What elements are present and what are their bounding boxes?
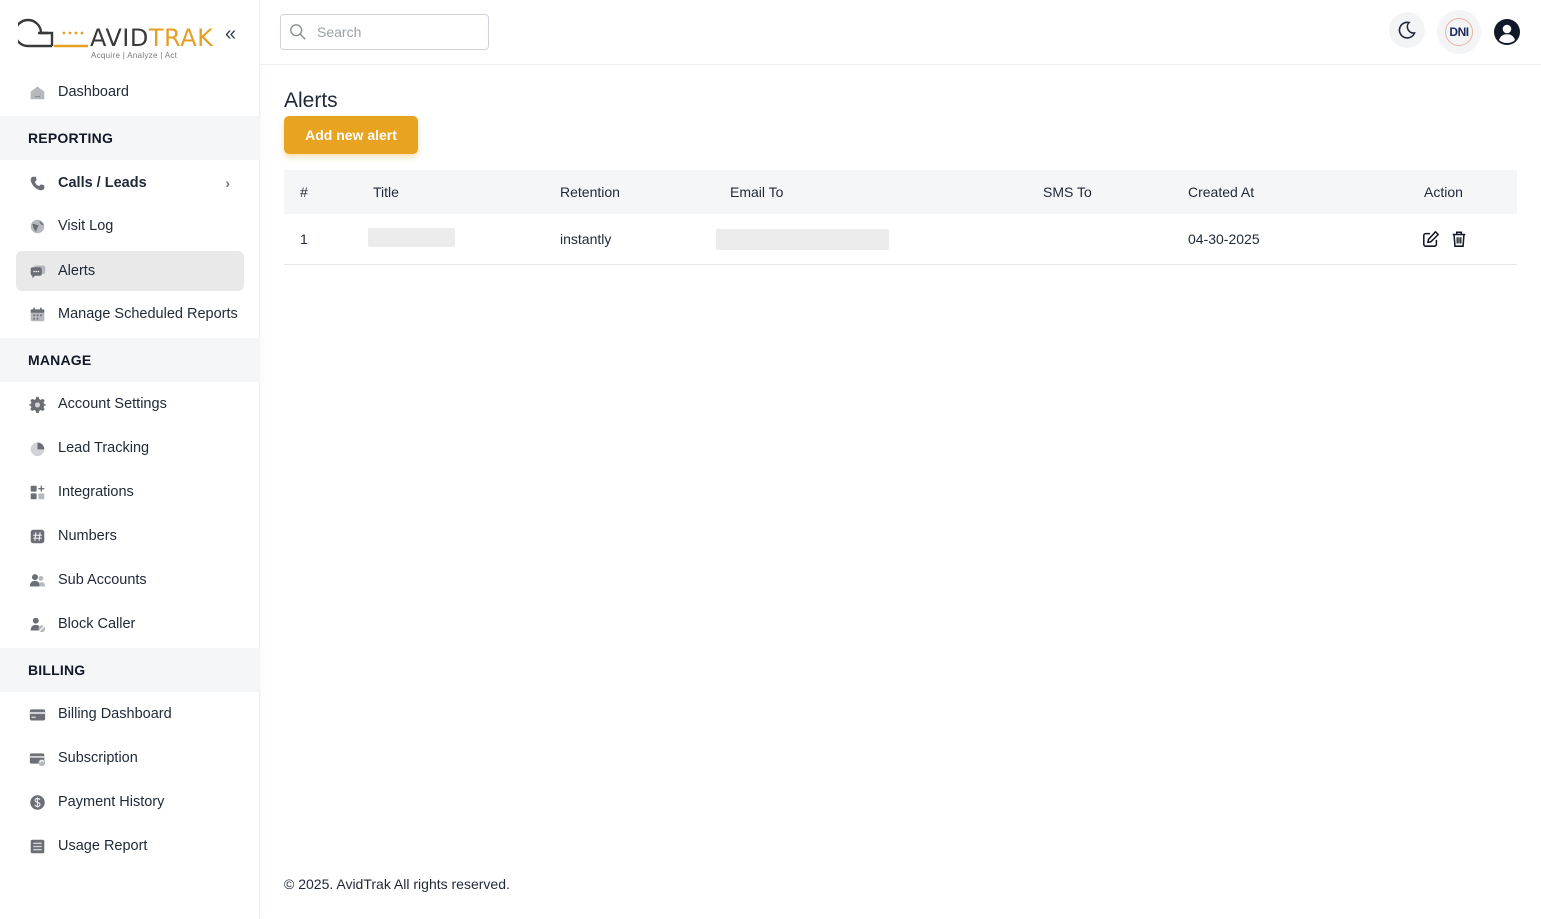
sidebar-item-sub-accounts[interactable]: Sub Accounts	[16, 560, 244, 600]
section-manage: MANAGE	[0, 338, 260, 382]
card-sync-icon	[28, 749, 46, 767]
sidebar-item-label: Manage Scheduled Reports	[58, 306, 238, 322]
calendar-icon	[28, 305, 46, 323]
column-header-email-to: Email To	[730, 184, 784, 200]
sidebar-item-label: Account Settings	[58, 396, 167, 412]
sidebar-item-label: Block Caller	[58, 616, 136, 632]
search-box[interactable]	[280, 14, 489, 50]
sidebar-item-label: Integrations	[58, 484, 134, 500]
sidebar-item-dashboard[interactable]: Dashboard	[16, 72, 244, 112]
sidebar-item-label: Usage Report	[58, 838, 148, 854]
redacted-email	[716, 228, 889, 250]
cell-index: 1	[300, 231, 308, 247]
sidebar-item-numbers[interactable]: Numbers	[16, 516, 244, 556]
phone-icon	[28, 174, 46, 192]
edit-icon[interactable]	[1422, 214, 1440, 264]
cell-title	[368, 214, 455, 264]
sidebar-item-label: Lead Tracking	[58, 440, 150, 456]
trash-icon[interactable]	[1450, 214, 1468, 264]
column-header-retention: Retention	[560, 184, 620, 200]
sidebar-item-label: Calls / Leads	[58, 175, 147, 191]
redacted-title	[368, 227, 455, 247]
sidebar-item-subscription[interactable]: Subscription	[16, 738, 244, 778]
sidebar-item-label: Payment History	[58, 794, 165, 810]
alerts-table: # Title Retention Email To SMS To Create…	[284, 170, 1517, 265]
sidebar-item-lead-tracking[interactable]: Lead Tracking	[16, 428, 244, 468]
dark-mode-toggle[interactable]	[1389, 12, 1425, 48]
sidebar-item-billing-dashboard[interactable]: Billing Dashboard	[16, 694, 244, 734]
collapse-sidebar-icon[interactable]: «	[225, 24, 236, 44]
column-header-index: #	[300, 184, 308, 200]
avidtrak-logo[interactable]: AVIDTRAK Acquire | Analyze | Act	[18, 10, 228, 64]
sidebar-item-label: Alerts	[58, 263, 96, 279]
sidebar-item-calls-leads[interactable]: Calls / Leads ›	[16, 163, 244, 203]
list-doc-icon	[28, 837, 46, 855]
sidebar-item-manage-scheduled-reports[interactable]: Manage Scheduled Reports	[16, 294, 244, 334]
users-icon	[28, 571, 46, 589]
logo-word-dark: AVID	[90, 24, 149, 52]
dollar-circle-icon	[28, 793, 46, 811]
sidebar-item-block-caller[interactable]: Block Caller	[16, 604, 244, 644]
sidebar-item-usage-report[interactable]: Usage Report	[16, 826, 244, 866]
dni-label: DNI	[1445, 18, 1473, 46]
user-account-button[interactable]	[1493, 18, 1521, 46]
chat-bubble-icon	[28, 262, 46, 280]
home-icon	[28, 83, 46, 101]
grid-plus-icon	[28, 483, 46, 501]
globe-icon	[28, 217, 46, 235]
sidebar-item-label: Billing Dashboard	[58, 706, 172, 722]
sidebar-item-account-settings[interactable]: Account Settings	[16, 384, 244, 424]
logo-mark-icon	[18, 18, 88, 48]
sidebar-item-label: Subscription	[58, 750, 138, 766]
cell-retention: instantly	[560, 231, 612, 247]
dni-button[interactable]: DNI	[1437, 10, 1481, 54]
cell-email-to	[716, 214, 889, 264]
top-bar: DNI	[260, 0, 1541, 65]
hash-icon	[28, 527, 46, 545]
table-row: 1 instantly 04-30-2025	[284, 214, 1517, 265]
column-header-sms-to: SMS To	[1043, 184, 1092, 200]
moon-icon	[1398, 21, 1416, 39]
credit-card-icon	[28, 705, 46, 723]
sidebar-item-visit-log[interactable]: Visit Log	[16, 206, 244, 246]
sidebar-item-label: Visit Log	[58, 218, 114, 234]
column-header-created-at: Created At	[1188, 184, 1255, 200]
pie-chart-icon	[28, 439, 46, 457]
sidebar-item-integrations[interactable]: Integrations	[16, 472, 244, 512]
logo-word-gold: TRAK	[148, 24, 214, 52]
sidebar-item-label: Numbers	[58, 528, 117, 544]
sidebar-item-payment-history[interactable]: Payment History	[16, 782, 244, 822]
column-header-title: Title	[373, 184, 399, 200]
chevron-right-icon: ›	[225, 175, 230, 191]
logo-wordmark: AVIDTRAK	[90, 24, 213, 52]
search-icon	[290, 24, 306, 40]
sidebar-item-label: Dashboard	[58, 84, 129, 100]
search-input[interactable]	[317, 24, 477, 40]
cell-actions	[1422, 214, 1468, 264]
section-reporting: REPORTING	[0, 116, 260, 160]
sidebar-item-alerts[interactable]: Alerts	[16, 251, 244, 291]
sidebar: AVIDTRAK Acquire | Analyze | Act « Dashb…	[0, 0, 260, 919]
user-avatar-icon	[1494, 19, 1520, 45]
logo-tagline: Acquire | Analyze | Act	[91, 51, 178, 60]
column-header-action: Action	[1424, 184, 1463, 200]
footer-copyright: © 2025. AvidTrak All rights reserved.	[284, 876, 510, 892]
user-block-icon	[28, 615, 46, 633]
gear-icon	[28, 395, 46, 413]
page-title: Alerts	[284, 89, 338, 112]
section-billing: BILLING	[0, 648, 260, 692]
sidebar-item-label: Sub Accounts	[58, 572, 147, 588]
table-header: # Title Retention Email To SMS To Create…	[284, 170, 1517, 214]
cell-created-at: 04-30-2025	[1188, 231, 1260, 247]
add-new-alert-button[interactable]: Add new alert	[284, 116, 418, 154]
